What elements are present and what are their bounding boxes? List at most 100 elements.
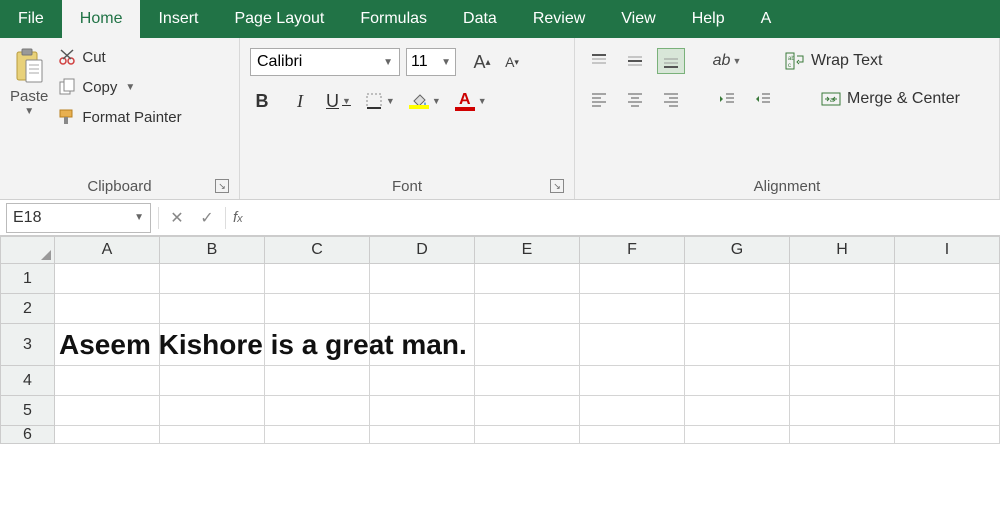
cell[interactable] [685,396,790,426]
name-box[interactable]: E18 ▼ [6,203,151,233]
cell[interactable] [475,396,580,426]
merge-center-button[interactable]: a Merge & Center [815,88,966,110]
bold-button[interactable]: B [250,88,274,114]
chevron-down-icon[interactable]: ▼ [125,82,135,93]
cell[interactable] [580,264,685,294]
column-header[interactable]: F [580,236,685,264]
column-header[interactable]: I [895,236,1000,264]
italic-button[interactable]: I [288,88,312,114]
cell[interactable] [895,366,1000,396]
cell[interactable] [895,426,1000,444]
tab-data[interactable]: Data [445,0,515,38]
cell[interactable] [685,366,790,396]
chevron-down-icon[interactable]: ▼ [342,96,351,106]
cell[interactable] [265,264,370,294]
decrease-indent-button[interactable] [713,86,741,112]
column-header[interactable]: G [685,236,790,264]
cell[interactable] [475,366,580,396]
tab-insert[interactable]: Insert [140,0,216,38]
dialog-launcher-icon[interactable]: ↘ [550,179,564,193]
format-painter-button[interactable]: Format Painter [54,106,185,128]
tab-addins[interactable]: A [743,0,790,38]
cell[interactable] [895,396,1000,426]
align-center-button[interactable] [621,86,649,112]
cell[interactable] [265,426,370,444]
row-header[interactable]: 1 [0,264,55,294]
cell[interactable] [370,324,475,366]
row-header[interactable]: 2 [0,294,55,324]
cell[interactable] [685,426,790,444]
cell[interactable] [895,264,1000,294]
cell[interactable] [475,264,580,294]
copy-button[interactable]: Copy ▼ [54,76,185,98]
chevron-down-icon[interactable]: ▼ [24,106,34,117]
cell[interactable] [265,324,370,366]
cell[interactable] [265,366,370,396]
row-header[interactable]: 3 [0,324,55,366]
column-header[interactable]: E [475,236,580,264]
font-name-select[interactable]: Calibri ▼ [250,48,400,76]
cell[interactable] [580,366,685,396]
cell[interactable] [580,324,685,366]
row-header[interactable]: 6 [0,426,55,444]
cell[interactable] [265,294,370,324]
cell[interactable] [160,366,265,396]
cell[interactable] [790,264,895,294]
fill-color-button[interactable]: ▼ [409,88,441,114]
cell[interactable] [580,294,685,324]
cell[interactable] [475,294,580,324]
increase-font-size-button[interactable]: A▴ [468,48,496,76]
column-header[interactable]: B [160,236,265,264]
tab-file[interactable]: File [0,0,62,38]
font-size-select[interactable]: 11 ▼ [406,48,456,76]
cell[interactable] [55,264,160,294]
underline-button[interactable]: U▼ [326,88,351,114]
cell[interactable] [370,426,475,444]
cell[interactable] [790,366,895,396]
tab-page-layout[interactable]: Page Layout [216,0,342,38]
cell[interactable] [55,294,160,324]
cell[interactable] [790,294,895,324]
border-button[interactable]: ▼ [365,88,395,114]
tab-view[interactable]: View [603,0,673,38]
cell[interactable] [370,264,475,294]
row-header[interactable]: 5 [0,396,55,426]
cell[interactable] [685,264,790,294]
chevron-down-icon[interactable]: ▼ [441,57,451,68]
cell[interactable] [265,396,370,426]
chevron-down-icon[interactable]: ▼ [432,96,441,106]
dialog-launcher-icon[interactable]: ↘ [215,179,229,193]
chevron-down-icon[interactable]: ▼ [134,212,144,223]
orientation-button[interactable]: ab▼ [713,48,741,74]
cell[interactable] [160,294,265,324]
tab-formulas[interactable]: Formulas [342,0,445,38]
font-color-button[interactable]: A ▼ [455,88,487,114]
align-top-button[interactable] [585,48,613,74]
enter-formula-button[interactable]: ✓ [192,203,222,233]
decrease-font-size-button[interactable]: A▾ [498,48,526,76]
paste-button[interactable]: Paste ▼ [10,42,54,174]
column-header[interactable]: A [55,236,160,264]
formula-input[interactable] [243,203,1000,233]
cell[interactable] [475,426,580,444]
cut-button[interactable]: Cut [54,46,185,68]
column-header[interactable]: H [790,236,895,264]
cell[interactable] [580,396,685,426]
align-middle-button[interactable] [621,48,649,74]
cell[interactable] [475,324,580,366]
align-right-button[interactable] [657,86,685,112]
cell[interactable] [685,294,790,324]
cell[interactable] [370,396,475,426]
tab-help[interactable]: Help [674,0,743,38]
align-left-button[interactable] [585,86,613,112]
cancel-formula-button[interactable]: ✕ [162,203,192,233]
cell[interactable] [160,324,265,366]
fx-icon[interactable]: fx [233,209,243,226]
cell[interactable] [895,294,1000,324]
cell[interactable] [790,396,895,426]
select-all-corner[interactable] [0,236,55,264]
cell[interactable] [580,426,685,444]
cell[interactable] [370,294,475,324]
chevron-down-icon[interactable]: ▼ [383,57,393,68]
align-bottom-button[interactable] [657,48,685,74]
